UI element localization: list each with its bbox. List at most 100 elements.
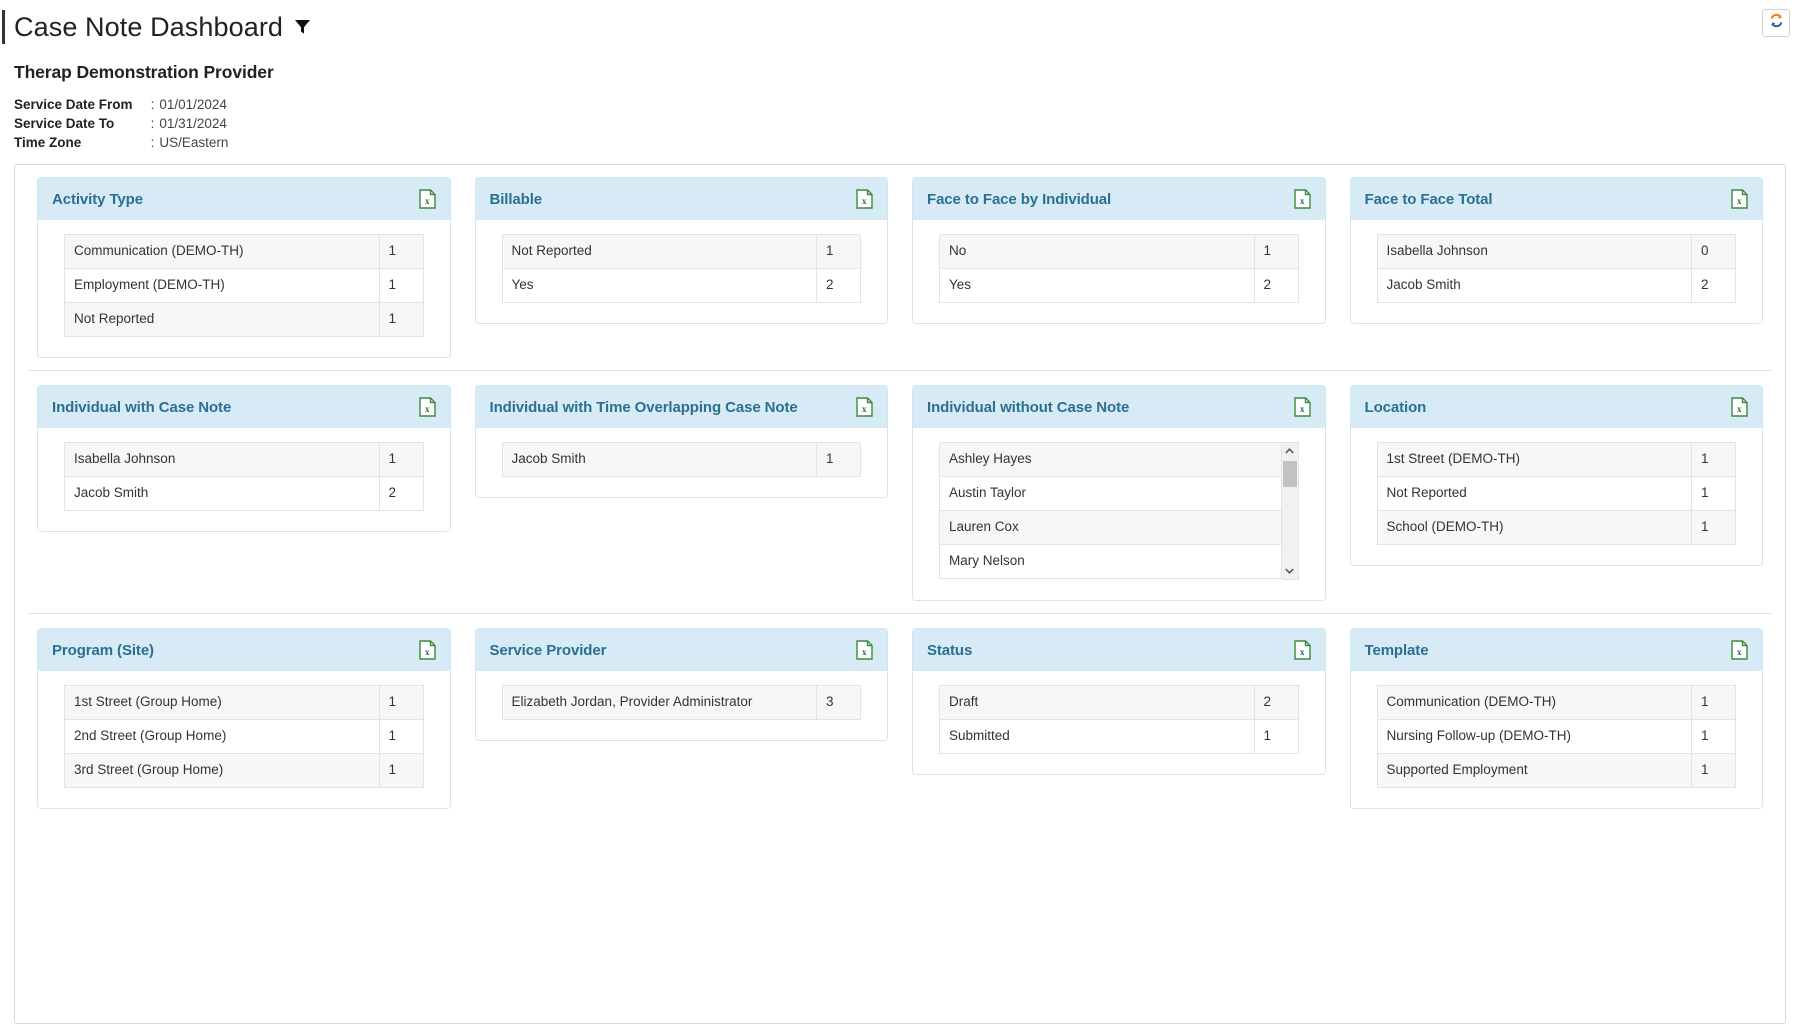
card-slot: Service Provider x Elizabeth Jordan, Pro… [463, 628, 901, 741]
svg-text:x: x [424, 647, 429, 657]
card-slot: Location x 1st Street (DEMO-TH) 1 Not Re… [1338, 385, 1776, 566]
cell-label: Isabella Johnson [64, 442, 380, 477]
card-row-1: Activity Type x Communication (DEMO-TH) … [19, 177, 1781, 359]
dashboard-panel: Activity Type x Communication (DEMO-TH) … [14, 164, 1786, 1024]
cell-label: 1st Street (DEMO-TH) [1376, 442, 1692, 477]
cell-value: 1 [1691, 442, 1736, 477]
card-face-to-face-total: Face to Face Total x Isabella Johnson 0 … [1349, 177, 1763, 325]
table-row: Not Reported 1 [64, 302, 424, 338]
table-row: Draft 2 [939, 685, 1299, 720]
excel-export-icon[interactable]: x [1293, 640, 1311, 660]
card-template: Template x Communication (DEMO-TH) 1 Nur… [1349, 628, 1763, 809]
vertical-scrollbar[interactable] [1281, 442, 1299, 581]
card-title: Individual without Case Note [927, 398, 1130, 416]
card-body: Jacob Smith 1 [475, 428, 887, 497]
card-program-site: Program (Site) x 1st Street (Group Home)… [37, 628, 451, 809]
svg-text:x: x [862, 647, 867, 657]
excel-export-icon[interactable]: x [1731, 640, 1748, 660]
table-row: Ashley Hayes [939, 442, 1282, 477]
excel-export-icon[interactable]: x [418, 189, 436, 210]
cell-label: Lauren Cox [939, 509, 1282, 545]
excel-export-icon[interactable]: x [1293, 189, 1311, 210]
table-row: Lauren Cox [939, 509, 1282, 545]
card-header: Status x [913, 629, 1325, 672]
svg-text:x: x [424, 197, 429, 207]
meta-colon: : [150, 135, 155, 151]
card-activity-type: Activity Type x Communication (DEMO-TH) … [37, 177, 451, 359]
excel-export-icon[interactable]: x [856, 397, 873, 417]
excel-export-icon[interactable]: x [856, 640, 873, 660]
card-header: Activity Type x [38, 178, 450, 221]
meta-colon: : [150, 116, 155, 132]
table-row: Employment (DEMO-TH) 1 [64, 268, 424, 304]
data-table: Communication (DEMO-TH) 1 Nursing Follow… [1376, 685, 1736, 788]
card-row-3: Program (Site) x 1st Street (Group Home)… [19, 628, 1781, 809]
table-row: Communication (DEMO-TH) 1 [64, 234, 424, 270]
svg-text:x: x [1737, 197, 1742, 207]
scrollable-list: Ashley Hayes Austin Taylor Lauren Cox Ma… [939, 442, 1299, 581]
card-body: Elizabeth Jordan, Provider Administrator… [475, 671, 887, 740]
cell-value: 1 [1691, 509, 1736, 545]
card-body: Communication (DEMO-TH) 1 Employment (DE… [38, 220, 450, 358]
svg-text:x: x [1299, 404, 1304, 414]
table-row: Not Reported 1 [1376, 475, 1736, 511]
card-header: Program (Site) x [38, 629, 450, 672]
scrollbar-thumb[interactable] [1282, 461, 1297, 488]
card-body: Not Reported 1 Yes 2 [475, 220, 887, 324]
table-row: Mary Nelson [939, 543, 1282, 579]
table-row: Elizabeth Jordan, Provider Administrator… [501, 685, 861, 720]
meta-row: Service Date To : 01/31/2024 [14, 114, 228, 133]
cell-label: Austin Taylor [939, 475, 1282, 511]
card-title: Individual with Time Overlapping Case No… [489, 398, 798, 416]
excel-export-icon[interactable]: x [1731, 397, 1748, 417]
page-title: Case Note Dashboard [14, 11, 284, 42]
card-header: Face to Face Total x [1350, 178, 1762, 221]
svg-text:x: x [1299, 197, 1304, 207]
data-table: Isabella Johnson 1 Jacob Smith 2 [64, 442, 424, 511]
card-header: Individual with Time Overlapping Case No… [475, 386, 887, 429]
excel-export-icon[interactable]: x [418, 397, 436, 417]
refresh-button[interactable] [1762, 9, 1790, 37]
card-title: Location [1364, 398, 1427, 416]
table-row: Not Reported 1 [501, 234, 861, 270]
cell-value: 1 [378, 234, 424, 270]
cell-label: Jacob Smith [501, 442, 817, 477]
table-row: Jacob Smith 2 [1376, 268, 1736, 304]
cell-value: 1 [378, 752, 424, 788]
card-slot: Template x Communication (DEMO-TH) 1 Nur… [1338, 628, 1776, 809]
provider-name: Therap Demonstration Provider [14, 62, 274, 82]
card-service-provider: Service Provider x Elizabeth Jordan, Pro… [474, 628, 888, 741]
card-title: Billable [489, 190, 543, 208]
table-row: 3rd Street (Group Home) 1 [64, 752, 424, 788]
card-slot: Status x Draft 2 Submitted 1 [900, 628, 1338, 775]
filter-icon[interactable] [293, 17, 312, 40]
cell-label: Communication (DEMO-TH) [1376, 685, 1692, 720]
cell-value: 3 [816, 685, 861, 720]
card-slot: Individual without Case Note x Ashley Ha… [900, 385, 1338, 602]
meta-label: Service Date To [14, 116, 115, 132]
excel-export-icon[interactable]: x [1293, 397, 1311, 417]
card-face-to-face-by-individual: Face to Face by Individual x No 1 Yes 2 [912, 177, 1326, 325]
card-body: 1st Street (Group Home) 1 2nd Street (Gr… [38, 671, 450, 808]
title-row: Case Note Dashboard [2, 10, 1800, 44]
data-table: No 1 Yes 2 [939, 234, 1299, 304]
excel-export-icon[interactable]: x [1731, 189, 1748, 210]
chevron-down-icon[interactable] [1282, 563, 1298, 579]
table-row: Jacob Smith 1 [501, 442, 861, 477]
cell-label: Communication (DEMO-TH) [64, 234, 380, 270]
excel-export-icon[interactable]: x [418, 640, 436, 660]
excel-export-icon[interactable]: x [856, 189, 873, 210]
card-individual-without-case-note: Individual without Case Note x Ashley Ha… [912, 385, 1326, 602]
card-title: Face to Face Total [1364, 190, 1493, 208]
table-row: 2nd Street (Group Home) 1 [64, 718, 424, 754]
cell-value: 1 [1253, 234, 1299, 270]
cell-label: Nursing Follow-up (DEMO-TH) [1376, 718, 1692, 754]
card-title: Status [927, 641, 973, 659]
cell-label: Isabella Johnson [1376, 234, 1692, 270]
card-title: Activity Type [52, 190, 143, 208]
cell-value: 0 [1691, 234, 1736, 270]
chevron-up-icon[interactable] [1282, 443, 1298, 459]
table-row: Jacob Smith 2 [64, 475, 424, 511]
cell-label: Employment (DEMO-TH) [64, 268, 380, 304]
cell-label: Submitted [939, 718, 1255, 754]
